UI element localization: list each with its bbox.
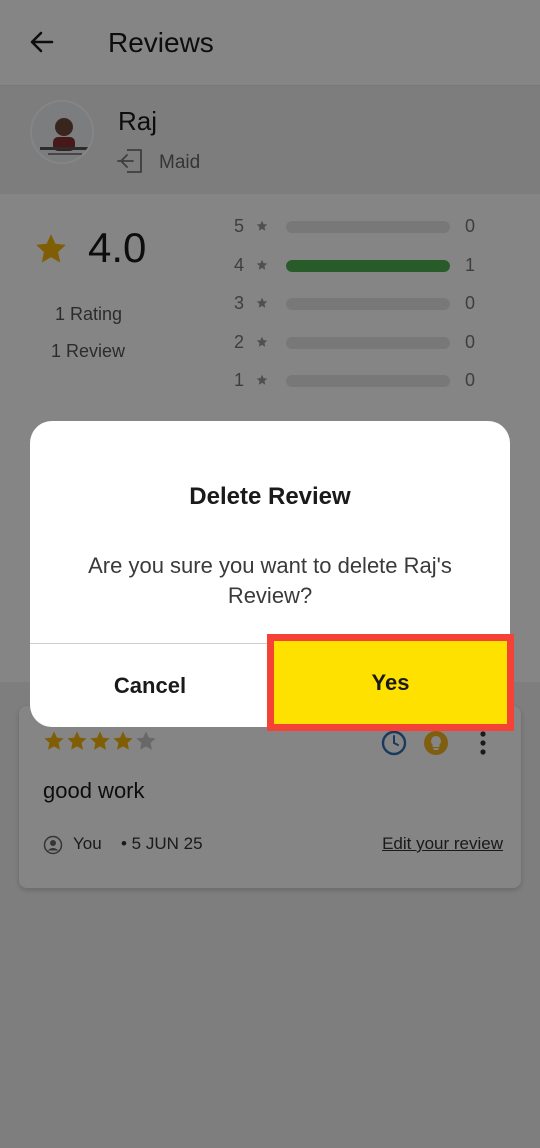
dialog-message: Are you sure you want to delete Raj's Re… [88, 553, 452, 608]
confirm-delete-button[interactable]: Yes [267, 634, 514, 731]
reviews-screen: Reviews Raj Maid 4.0 1 Rating 1 Review 5… [0, 0, 540, 1148]
dialog-title: Delete Review [189, 483, 351, 510]
cancel-button[interactable]: Cancel [30, 644, 270, 727]
